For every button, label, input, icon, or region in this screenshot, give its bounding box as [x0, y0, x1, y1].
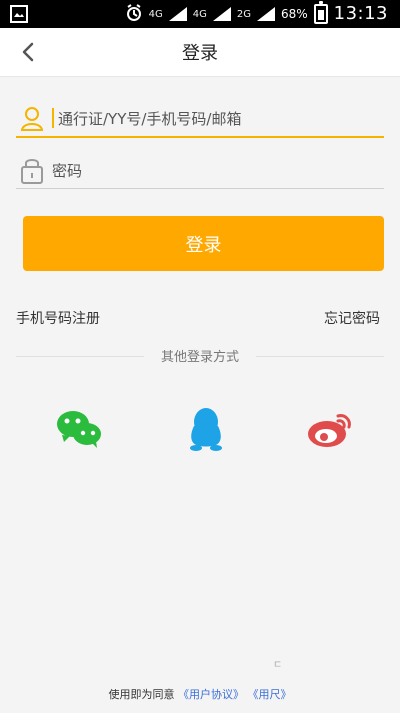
clock: 13:13	[333, 3, 388, 24]
qq-icon	[190, 408, 222, 451]
signal-icon-b	[212, 7, 231, 21]
weibo-icon	[308, 414, 351, 447]
signal-icon-a	[168, 7, 187, 21]
battery-percent: 68%	[280, 7, 308, 21]
forgot-password-link[interactable]: 忘记密码	[324, 308, 380, 328]
wechat-login-button[interactable]	[49, 398, 109, 458]
account-placeholder: 通行证/YY号/手机号码/邮箱	[58, 109, 242, 128]
notification-icon	[10, 5, 28, 23]
signal-icon-c	[256, 7, 275, 21]
top-nav: 登录	[0, 28, 400, 77]
chevron-left-icon[interactable]	[14, 38, 42, 66]
other-login-divider: 其他登录方式	[16, 346, 384, 366]
qq-login-button[interactable]	[176, 398, 236, 458]
network-type-c: 2G	[236, 8, 251, 20]
page-title: 登录	[182, 43, 218, 64]
battery-icon	[313, 1, 328, 24]
footer-agreement: 使用即为同意 《用户协议》 《用尺》	[0, 686, 400, 706]
login-button[interactable]: 登录	[23, 216, 384, 271]
other-login-label: 其他登录方式	[160, 350, 239, 365]
agreement-prefix: 使用即为同意	[108, 688, 175, 701]
user-other-link[interactable]: 《用尺》	[248, 688, 292, 701]
status-bar: 4G 4G 2G 68% 13:13	[0, 0, 400, 28]
weibo-login-button[interactable]	[300, 398, 360, 458]
alarm-icon	[125, 3, 143, 25]
password-field[interactable]: 密码	[16, 152, 384, 189]
text-cursor	[52, 108, 54, 128]
auth-links: 手机号码注册 忘记密码	[16, 308, 384, 328]
user-agreement-link[interactable]: 《用户协议》	[178, 688, 244, 701]
register-link[interactable]: 手机号码注册	[16, 308, 100, 328]
wechat-icon	[57, 411, 101, 448]
account-field[interactable]: 通行证/YY号/手机号码/邮箱	[16, 100, 384, 138]
stray-mark: ㄷ	[273, 660, 283, 671]
status-icons: 4G 4G 2G 68% 13:13	[125, 1, 388, 25]
user-icon	[16, 102, 48, 134]
network-type-a: 4G	[148, 8, 163, 20]
password-placeholder: 密码	[52, 161, 83, 180]
network-type-b: 4G	[192, 8, 207, 20]
lock-icon	[16, 154, 48, 186]
